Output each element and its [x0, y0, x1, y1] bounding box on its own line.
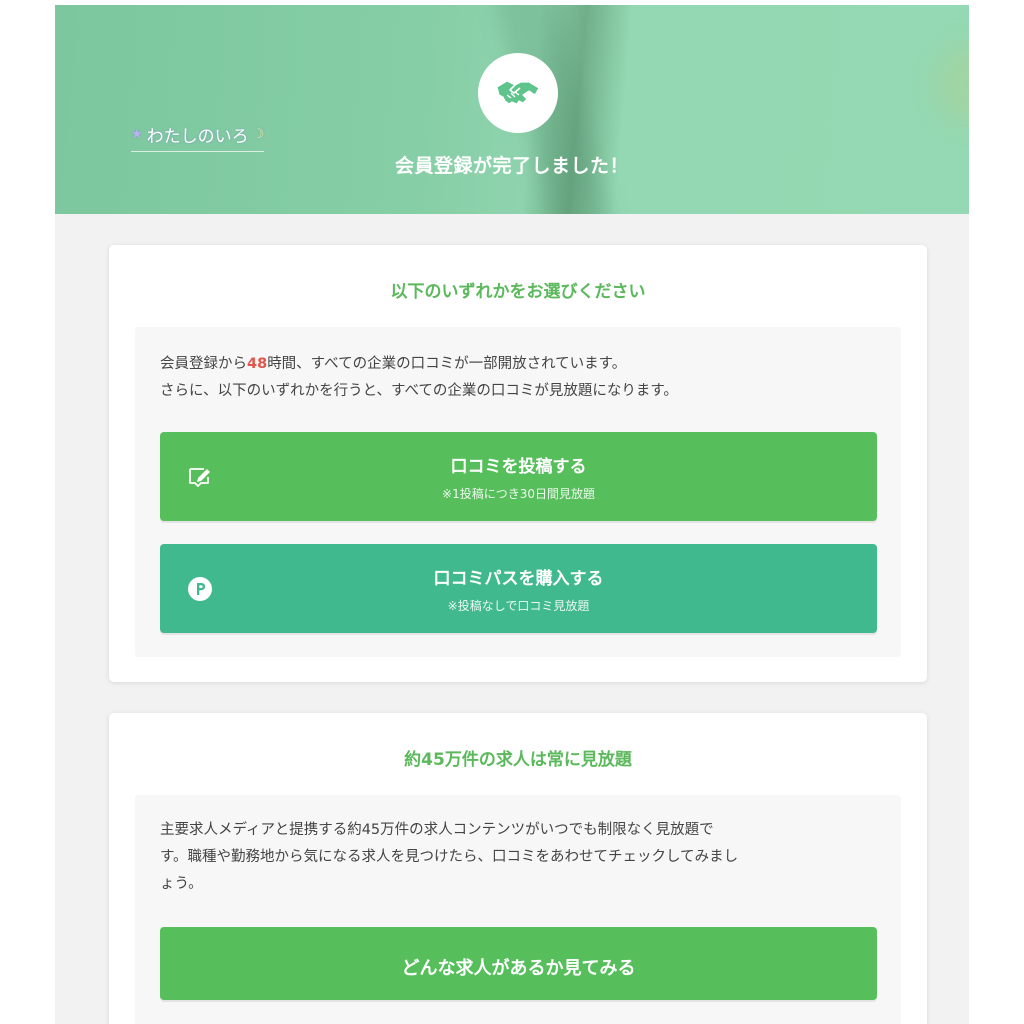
hero-banner: ★ わたしのいろ ☽ 会員登録が完了しました！: [55, 5, 969, 214]
jobs-card: 約45万件の求人は常に見放題 主要求人メディアと提携する約45万件の求人コンテン…: [109, 713, 927, 1024]
moon-icon: ☽: [252, 126, 265, 142]
watermark-logo: ★ わたしのいろ ☽: [131, 117, 265, 152]
jobs-description-line1: 主要求人メディアと提携する約45万件の求人コンテンツがいつでも制限なく見放題で: [160, 822, 714, 838]
post-review-button[interactable]: 口コミを投稿する ※1投稿につき30日間見放題: [160, 432, 877, 521]
page: ★ わたしのいろ ☽ 会員登録が完了しました！ 以下のいずれかをお選びください …: [55, 5, 969, 1024]
browse-jobs-button[interactable]: どんな求人があるか見てみる: [160, 927, 877, 1000]
choice-panel: 会員登録から48時間、すべての企業の口コミが一部開放されています。 さらに、以下…: [135, 327, 901, 657]
jobs-description: 主要求人メディアと提携する約45万件の求人コンテンツがいつでも制限なく見放題で …: [160, 817, 890, 898]
hero-background-glow: [935, 45, 969, 125]
buy-review-pass-note: ※投稿なしで口コミ見放題: [447, 599, 590, 613]
choice-description: 会員登録から48時間、すべての企業の口コミが一部開放されています。 さらに、以下…: [160, 351, 880, 405]
post-review-label: 口コミを投稿する: [450, 457, 587, 477]
star-icon: ★: [131, 126, 143, 142]
browse-jobs-label: どんな求人があるか見てみる: [401, 958, 636, 979]
buy-review-pass-label: 口コミパスを購入する: [433, 569, 604, 589]
jobs-description-line2: す。職種や勤務地から気になる求人を見つけたら、口コミをあわせてチェックしてみまし: [160, 849, 739, 865]
post-review-note: ※1投稿につき30日間見放題: [442, 487, 595, 501]
choice-description-line2: さらに、以下のいずれかを行うと、すべての企業の口コミが見放題になります。: [160, 383, 678, 399]
watermark-text: わたしのいろ: [146, 126, 249, 147]
page-title: 会員登録が完了しました！: [394, 155, 629, 177]
jobs-panel: 主要求人メディアと提携する約45万件の求人コンテンツがいつでも制限なく見放題で …: [135, 795, 901, 1024]
jobs-description-line3: ょう。: [160, 876, 203, 892]
jobs-card-title: 約45万件の求人は常に見放題: [404, 750, 632, 770]
hours-highlight: 48: [247, 356, 268, 372]
buy-review-pass-button[interactable]: 口コミパスを購入する ※投稿なしで口コミ見放題: [160, 544, 877, 633]
choice-card-title: 以下のいずれかをお選びください: [390, 282, 646, 302]
choice-card: 以下のいずれかをお選びください 会員登録から48時間、すべての企業の口コミが一部…: [109, 245, 927, 682]
handshake-icon: [478, 53, 558, 133]
choice-description-line1: 会員登録から48時間、すべての企業の口コミが一部開放されています。: [160, 356, 627, 372]
